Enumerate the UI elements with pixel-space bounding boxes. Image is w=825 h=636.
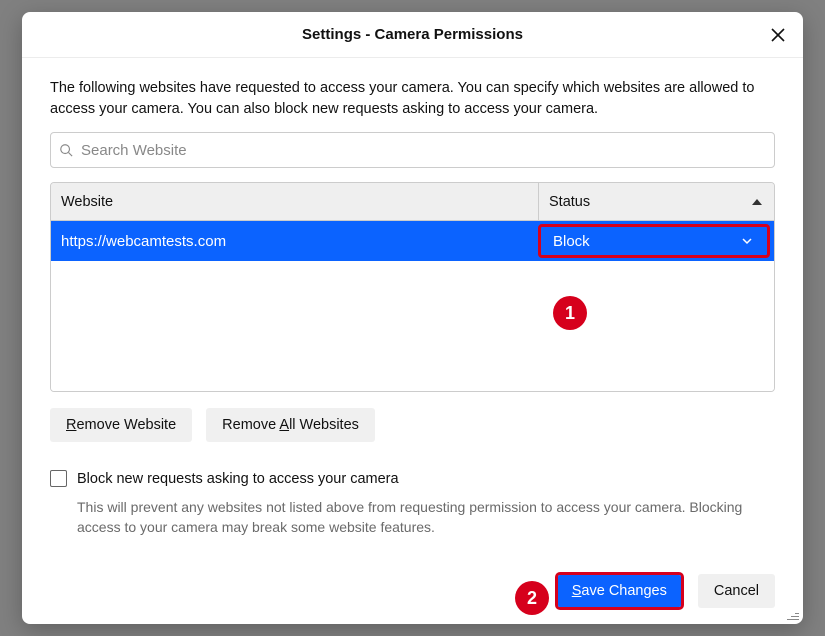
remove-all-websites-button[interactable]: Remove All Websites <box>206 408 375 442</box>
sort-ascending-icon <box>752 199 762 205</box>
annotation-2: 2 <box>515 581 549 615</box>
column-header-status-label: Status <box>549 194 590 210</box>
save-button-highlight: Save Changes <box>555 572 684 610</box>
cell-website: https://webcamtests.com <box>51 233 538 250</box>
table-header: Website Status <box>51 183 774 221</box>
block-new-requests-row: Block new requests asking to access your… <box>50 470 775 487</box>
website-table: Website Status https://webcamtests.com B… <box>50 182 775 392</box>
table-row[interactable]: https://webcamtests.com Block <box>51 221 774 261</box>
close-button[interactable] <box>763 20 793 50</box>
settings-dialog: Settings - Camera Permissions The follow… <box>22 12 803 624</box>
block-new-requests-hint: This will prevent any websites not liste… <box>77 497 775 538</box>
column-header-status[interactable]: Status <box>538 183 774 220</box>
annotation-1: 1 <box>553 296 587 330</box>
close-icon <box>770 27 786 43</box>
block-new-requests-checkbox[interactable] <box>50 470 67 487</box>
status-dropdown[interactable]: Block <box>538 224 770 258</box>
row-actions: Remove Website Remove All Websites <box>50 408 775 442</box>
intro-text: The following websites have requested to… <box>50 78 775 120</box>
save-changes-button[interactable]: Save Changes <box>558 575 681 607</box>
search-box[interactable] <box>50 132 775 168</box>
dialog-title: Settings - Camera Permissions <box>302 26 523 43</box>
block-new-requests-label: Block new requests asking to access your… <box>77 471 399 487</box>
status-value: Block <box>553 233 590 250</box>
cell-status: Block <box>538 222 774 260</box>
chevron-down-icon <box>741 235 753 247</box>
cancel-button[interactable]: Cancel <box>698 574 775 608</box>
remove-website-button[interactable]: Remove Website <box>50 408 192 442</box>
column-header-website[interactable]: Website <box>51 183 538 220</box>
table-empty-area <box>51 261 774 391</box>
dialog-content: The following websites have requested to… <box>22 58 803 624</box>
dialog-titlebar: Settings - Camera Permissions <box>22 12 803 58</box>
search-icon <box>59 143 73 157</box>
search-input[interactable] <box>79 141 766 160</box>
resize-grip[interactable] <box>785 606 799 620</box>
dialog-footer: Save Changes Cancel <box>50 560 775 610</box>
